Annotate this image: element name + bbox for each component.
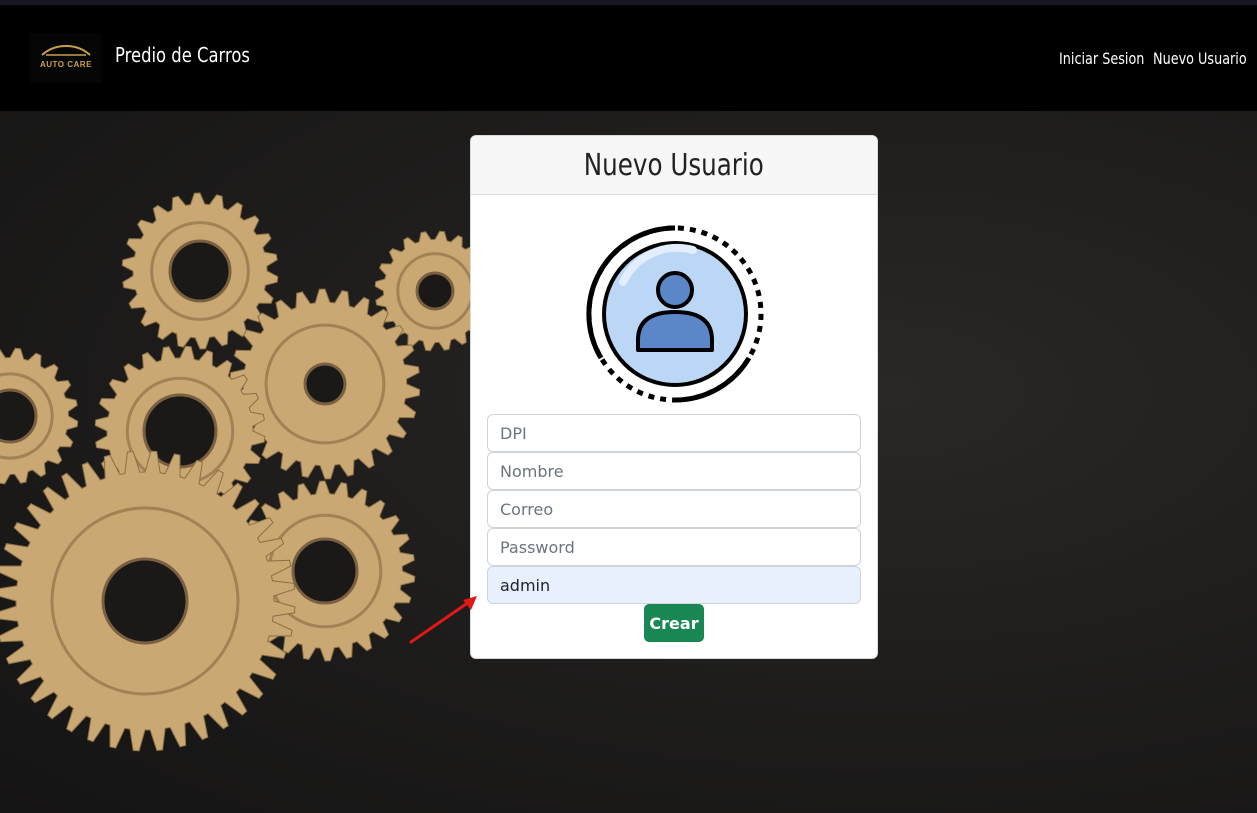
dpi-input[interactable] xyxy=(487,414,861,452)
navbar: AUTO CARE Predio de Carros Iniciar Sesio… xyxy=(0,5,1257,111)
password-input[interactable] xyxy=(487,528,861,566)
nombre-input[interactable] xyxy=(487,452,861,490)
brand-title[interactable]: Predio de Carros xyxy=(115,43,250,67)
role-input[interactable] xyxy=(487,566,861,604)
gear-shape xyxy=(0,347,79,485)
logo-text: AUTO CARE xyxy=(40,60,92,69)
nav-link-nuevo-usuario[interactable]: Nuevo Usuario xyxy=(1153,49,1247,68)
card-header: Nuevo Usuario xyxy=(471,136,877,195)
crear-button[interactable]: Crear xyxy=(644,604,704,642)
new-user-card: Nuevo Usuario Crear xyxy=(470,135,878,659)
nav-link-iniciar-sesion[interactable]: Iniciar Sesion xyxy=(1059,49,1144,68)
car-logo-icon xyxy=(41,44,91,56)
gear-shape xyxy=(0,450,296,752)
red-arrow-icon xyxy=(409,596,477,644)
logo[interactable]: AUTO CARE xyxy=(30,33,102,83)
gear-shape xyxy=(121,192,279,350)
correo-input[interactable] xyxy=(487,490,861,528)
card-title: Nuevo Usuario xyxy=(583,147,765,183)
user-circle-icon xyxy=(586,225,764,403)
